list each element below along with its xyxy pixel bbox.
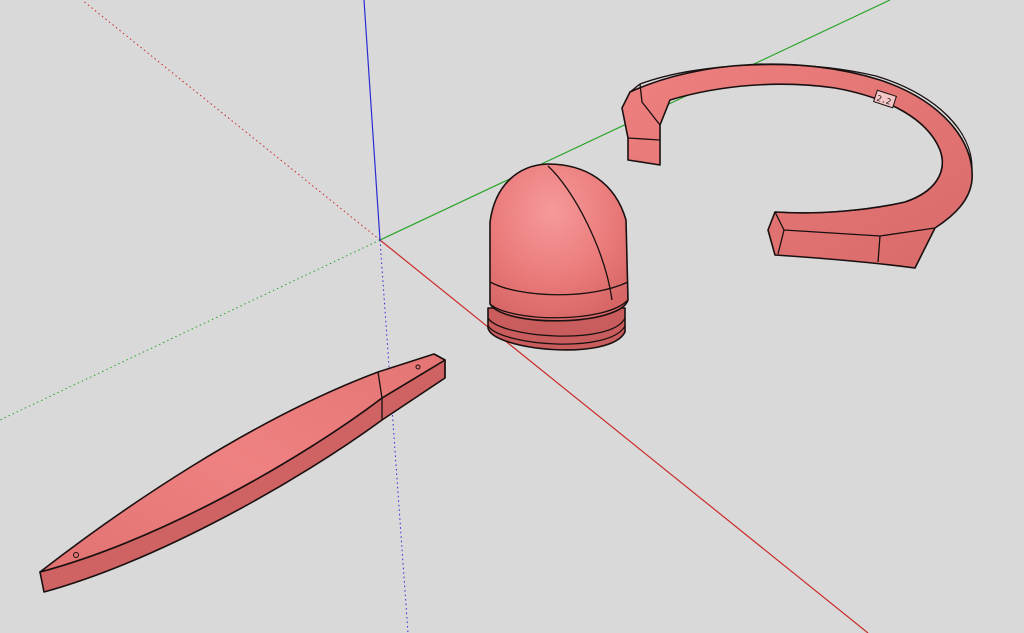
modeling-viewport[interactable]: 2.2 <box>0 0 1024 633</box>
3d-scene[interactable]: 2.2 <box>0 0 1024 633</box>
dome-model[interactable] <box>487 163 629 351</box>
dome-body <box>489 163 629 322</box>
